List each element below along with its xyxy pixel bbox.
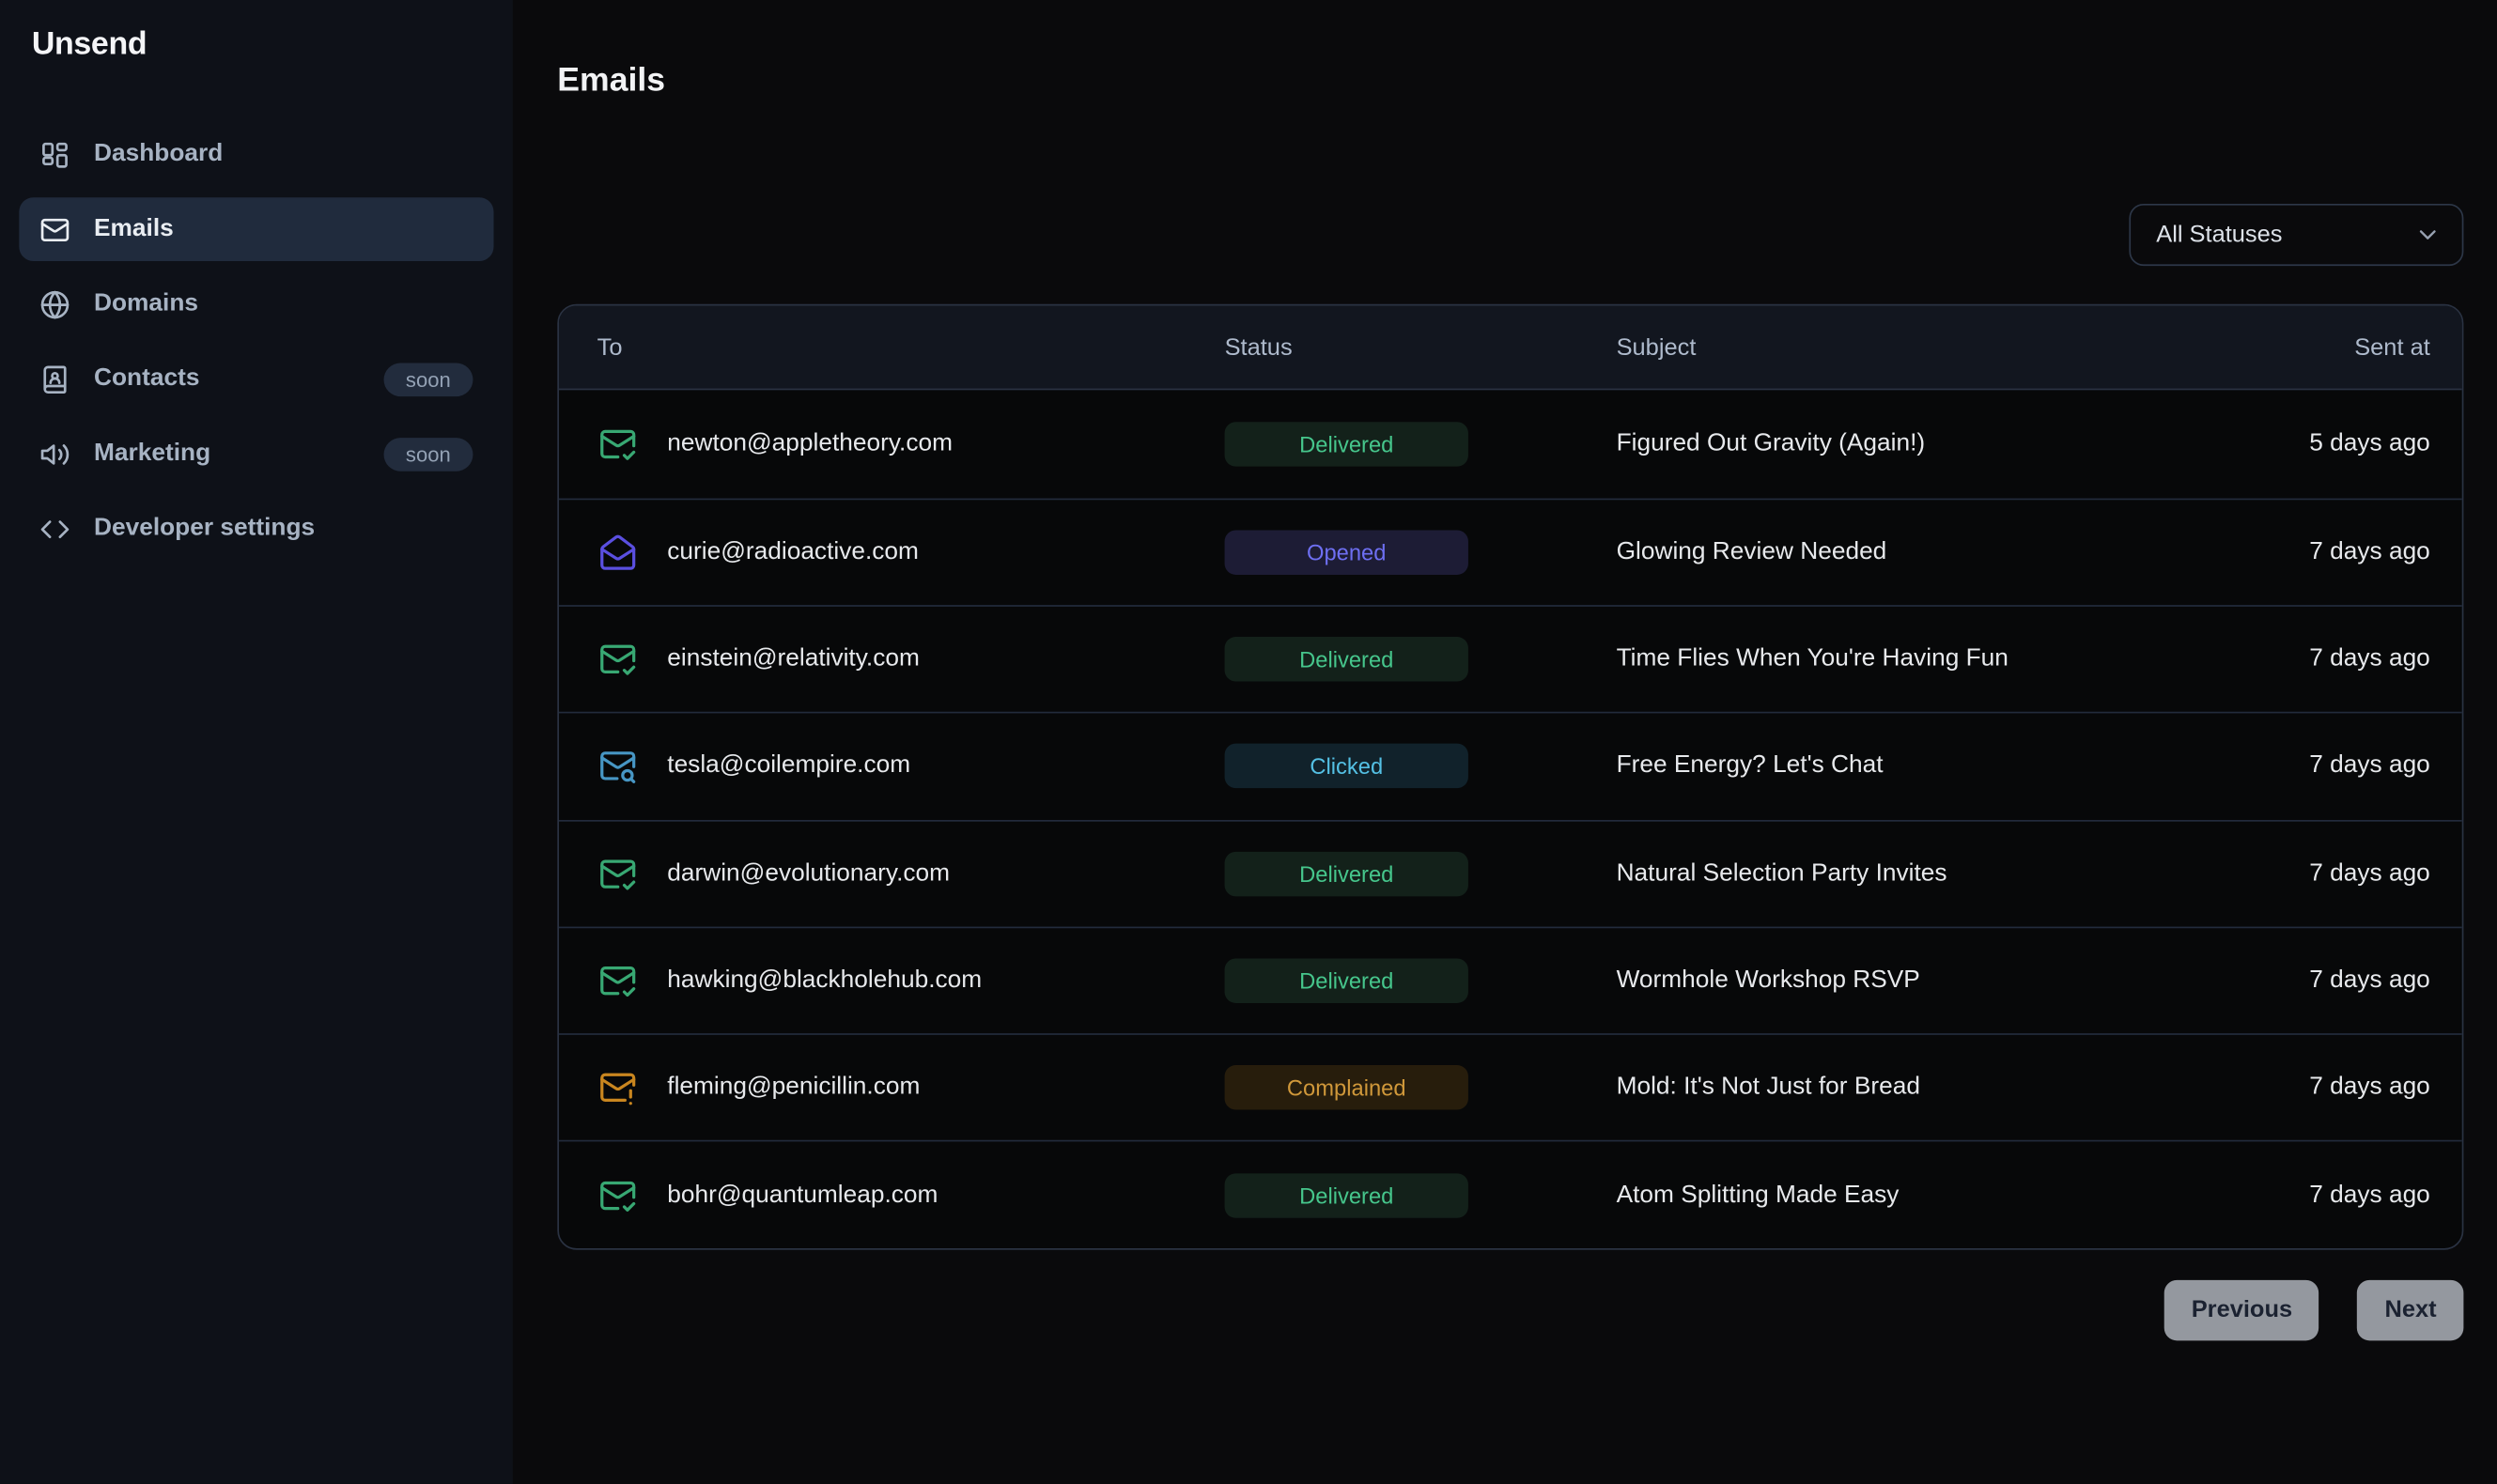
- table-header: To Status Subject Sent at: [559, 306, 2462, 391]
- column-header-status: Status: [1225, 334, 1617, 362]
- filter-row: All Statuses: [557, 205, 2463, 267]
- soon-badge: soon: [383, 363, 473, 396]
- mail-check-icon: [598, 425, 637, 464]
- sidebar-item-domains[interactable]: Domains: [19, 272, 493, 336]
- sidebar-item-label: Domains: [94, 290, 198, 319]
- status-badge: Opened: [1225, 530, 1468, 574]
- mail-search-icon: [598, 748, 637, 786]
- sidebar-item-contacts[interactable]: Contacts soon: [19, 348, 493, 411]
- code-icon: [39, 514, 70, 544]
- email-subject: Figured Out Gravity (Again!): [1617, 430, 2144, 459]
- app-logo: Unsend: [32, 27, 481, 64]
- column-header-subject: Subject: [1617, 334, 2144, 362]
- status-badge: Delivered: [1225, 1173, 1468, 1217]
- recipient-email: curie@radioactive.com: [667, 538, 919, 567]
- status-badge: Delivered: [1225, 422, 1468, 466]
- table-row[interactable]: einstein@relativity.com Delivered Time F…: [559, 605, 2462, 712]
- email-subject: Wormhole Workshop RSVP: [1617, 966, 2144, 996]
- sidebar-item-developer-settings[interactable]: Developer settings: [19, 497, 493, 561]
- main-content: Emails All Statuses To Status Subject Se…: [513, 0, 2497, 1484]
- status-filter-select[interactable]: All Statuses: [2129, 205, 2463, 267]
- sidebar-item-label: Developer settings: [94, 515, 315, 544]
- status-filter-value: All Statuses: [2156, 222, 2282, 249]
- sent-at: 7 days ago: [2144, 538, 2462, 567]
- mail-check-icon: [598, 1176, 637, 1214]
- page-title: Emails: [557, 61, 2463, 101]
- recipient-email: tesla@coilempire.com: [667, 752, 910, 781]
- sidebar-item-dashboard[interactable]: Dashboard: [19, 123, 493, 187]
- table-row[interactable]: darwin@evolutionary.com Delivered Natura…: [559, 819, 2462, 926]
- column-header-to: To: [559, 334, 1225, 362]
- megaphone-icon: [39, 439, 70, 469]
- email-subject: Natural Selection Party Invites: [1617, 859, 2144, 889]
- email-subject: Glowing Review Needed: [1617, 538, 2144, 567]
- recipient-email: darwin@evolutionary.com: [667, 859, 950, 889]
- recipient-email: einstein@relativity.com: [667, 645, 920, 674]
- recipient-email: bohr@quantumleap.com: [667, 1181, 938, 1210]
- mail-check-icon: [598, 425, 637, 464]
- mail-search-icon: [598, 748, 637, 786]
- column-header-sent-at: Sent at: [2144, 334, 2462, 362]
- sidebar: Unsend Dashboard Emails Domains: [0, 0, 513, 1484]
- status-badge: Delivered: [1225, 851, 1468, 895]
- sidebar-item-label: Marketing: [94, 440, 210, 469]
- mail-check-icon: [598, 962, 637, 1000]
- email-subject: Mold: It's Not Just for Bread: [1617, 1074, 2144, 1103]
- table-body: newton@appletheory.com Delivered Figured…: [559, 391, 2462, 1248]
- status-badge: Complained: [1225, 1065, 1468, 1109]
- next-button[interactable]: Next: [2358, 1279, 2464, 1339]
- previous-button[interactable]: Previous: [2164, 1279, 2319, 1339]
- email-subject: Time Flies When You're Having Fun: [1617, 645, 2144, 674]
- mail-check-icon: [598, 641, 637, 679]
- sent-at: 7 days ago: [2144, 1181, 2462, 1210]
- mail-check-icon: [598, 855, 637, 893]
- mail-warning-icon: [598, 1069, 637, 1107]
- soon-badge: soon: [383, 437, 473, 471]
- sent-at: 7 days ago: [2144, 752, 2462, 781]
- mail-check-icon: [598, 962, 637, 1000]
- table-row[interactable]: tesla@coilempire.com Clicked Free Energy…: [559, 712, 2462, 819]
- status-badge: Delivered: [1225, 958, 1468, 1002]
- mail-open-icon: [598, 533, 637, 571]
- sidebar-item-label: Contacts: [94, 364, 199, 394]
- pagination: Previous Next: [557, 1279, 2463, 1339]
- status-badge: Clicked: [1225, 744, 1468, 788]
- mail-warning-icon: [598, 1069, 637, 1107]
- sidebar-item-marketing[interactable]: Marketing soon: [19, 422, 493, 486]
- mail-check-icon: [598, 641, 637, 679]
- sidebar-item-emails[interactable]: Emails: [19, 197, 493, 261]
- email-subject: Atom Splitting Made Easy: [1617, 1181, 2144, 1210]
- mail-check-icon: [598, 855, 637, 893]
- email-subject: Free Energy? Let's Chat: [1617, 752, 2144, 781]
- app-window: Unsend Dashboard Emails Domains: [0, 0, 2497, 1484]
- recipient-email: newton@appletheory.com: [667, 430, 953, 459]
- sidebar-item-label: Emails: [94, 215, 174, 244]
- sent-at: 7 days ago: [2144, 1074, 2462, 1103]
- mail-icon: [39, 214, 70, 244]
- sent-at: 7 days ago: [2144, 859, 2462, 889]
- mail-open-icon: [598, 533, 637, 571]
- globe-icon: [39, 289, 70, 319]
- sidebar-nav: Dashboard Emails Domains Contacts so: [0, 123, 513, 561]
- dashboard-icon: [39, 139, 70, 169]
- contacts-icon: [39, 363, 70, 394]
- mail-check-icon: [598, 1176, 637, 1214]
- sidebar-item-label: Dashboard: [94, 140, 223, 169]
- table-row[interactable]: hawking@blackholehub.com Delivered Wormh…: [559, 926, 2462, 1033]
- table-row[interactable]: curie@radioactive.com Opened Glowing Rev…: [559, 498, 2462, 605]
- table-row[interactable]: newton@appletheory.com Delivered Figured…: [559, 391, 2462, 498]
- table-row[interactable]: fleming@penicillin.com Complained Mold: …: [559, 1033, 2462, 1140]
- status-badge: Delivered: [1225, 637, 1468, 681]
- recipient-email: hawking@blackholehub.com: [667, 966, 982, 996]
- recipient-email: fleming@penicillin.com: [667, 1074, 920, 1103]
- sent-at: 5 days ago: [2144, 430, 2462, 459]
- table-row[interactable]: bohr@quantumleap.com Delivered Atom Spli…: [559, 1140, 2462, 1247]
- sent-at: 7 days ago: [2144, 966, 2462, 996]
- chevron-down-icon: [2414, 222, 2442, 249]
- emails-table: To Status Subject Sent at newton@appleth…: [557, 304, 2463, 1249]
- sent-at: 7 days ago: [2144, 645, 2462, 674]
